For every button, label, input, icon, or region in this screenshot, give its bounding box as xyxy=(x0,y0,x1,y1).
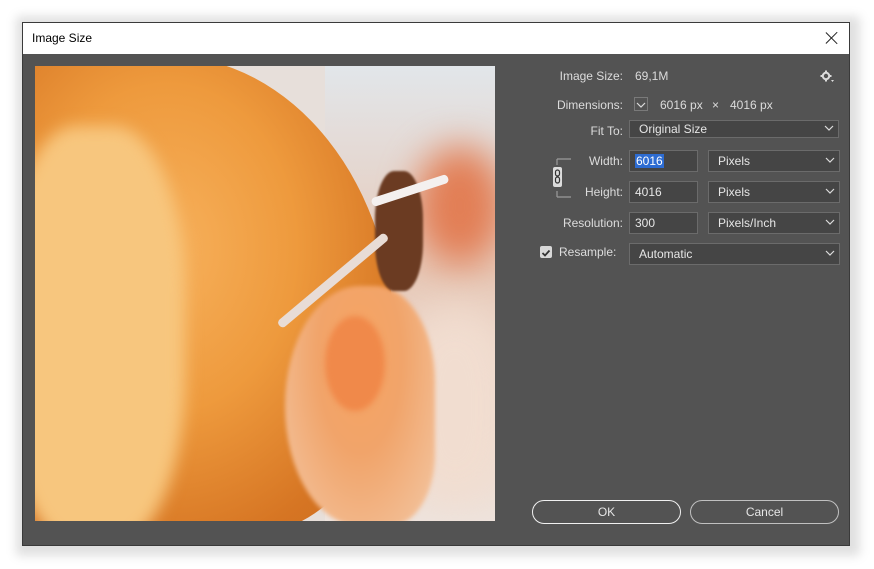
width-label: Width: xyxy=(588,154,623,168)
close-icon[interactable] xyxy=(821,27,843,49)
height-unit-value: Pixels xyxy=(718,185,751,199)
width-value: 6016 xyxy=(635,154,664,168)
image-preview[interactable] xyxy=(35,66,495,521)
cancel-button[interactable]: Cancel xyxy=(690,500,839,524)
chevron-down-icon xyxy=(825,216,835,228)
gear-icon[interactable] xyxy=(820,70,834,84)
fit-to-value: Original Size xyxy=(639,122,708,136)
chevron-down-icon xyxy=(825,247,835,259)
resample-select[interactable]: Automatic xyxy=(629,243,840,265)
title-bar: Image Size xyxy=(23,23,849,54)
image-size-dialog: Image Size Image Size: 69,1M Dimensions:… xyxy=(22,22,850,546)
chevron-down-icon[interactable] xyxy=(634,97,648,111)
dimensions-width: 6016 px xyxy=(660,98,703,112)
height-label: Height: xyxy=(584,185,623,199)
resolution-unit-select[interactable]: Pixels/Inch xyxy=(708,212,840,234)
image-size-label: Image Size: xyxy=(559,69,623,83)
chevron-down-icon xyxy=(825,154,835,166)
dimensions-height: 4016 px xyxy=(730,98,773,112)
fit-to-select[interactable]: Original Size xyxy=(629,120,839,138)
height-value: 4016 xyxy=(635,185,662,199)
image-size-value: 69,1M xyxy=(635,69,669,83)
checkbox-checked-icon[interactable] xyxy=(540,246,552,258)
width-unit-select[interactable]: Pixels xyxy=(708,150,840,172)
fit-to-label: Fit To: xyxy=(590,124,623,138)
height-unit-select[interactable]: Pixels xyxy=(708,181,840,203)
dimensions-times: × xyxy=(712,98,720,112)
window-title: Image Size xyxy=(32,31,93,45)
ok-button[interactable]: OK xyxy=(532,500,681,524)
width-input[interactable]: 6016 xyxy=(629,150,698,172)
chevron-down-icon xyxy=(824,122,834,134)
width-unit-value: Pixels xyxy=(718,154,751,168)
resolution-input[interactable]: 300 xyxy=(629,212,698,234)
resolution-unit-value: Pixels/Inch xyxy=(718,216,777,230)
chevron-down-icon xyxy=(825,185,835,197)
resample-value: Automatic xyxy=(639,247,693,261)
resolution-value: 300 xyxy=(635,216,656,230)
height-input[interactable]: 4016 xyxy=(629,181,698,203)
resample-label: Resample: xyxy=(559,245,617,259)
dimensions-label: Dimensions: xyxy=(556,98,623,112)
resolution-label: Resolution: xyxy=(562,216,623,230)
